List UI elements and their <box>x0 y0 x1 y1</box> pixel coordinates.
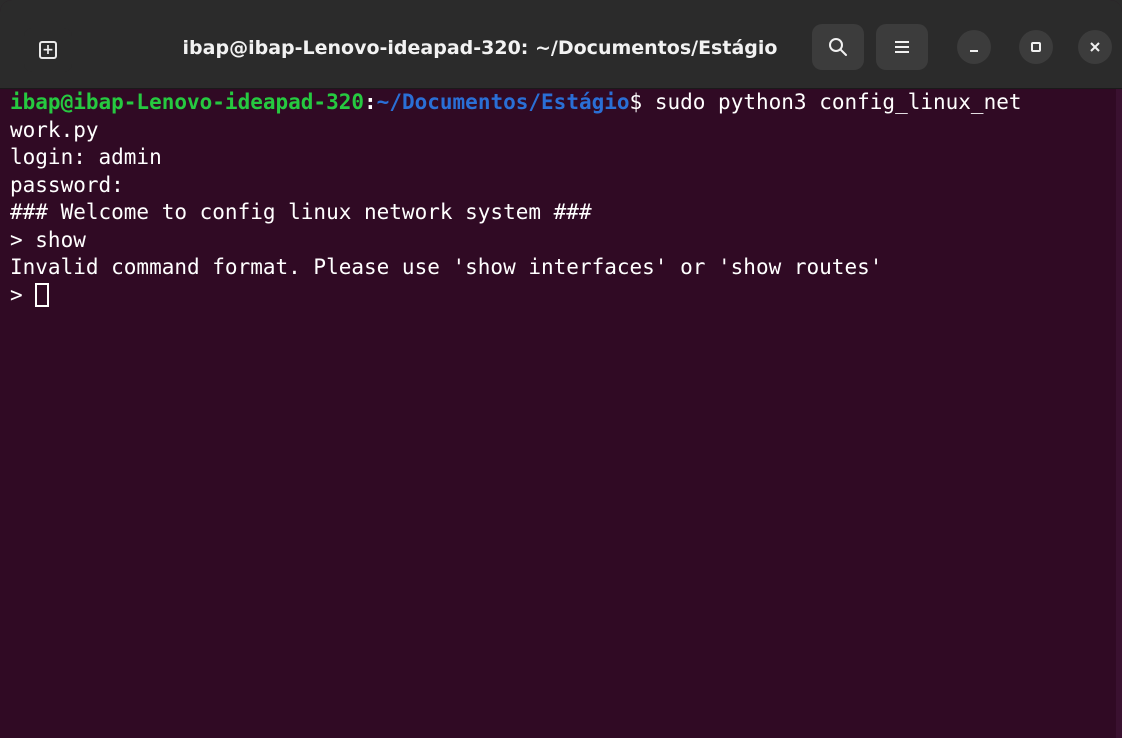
output-line: login: admin <box>10 145 162 169</box>
prompt-dollar: $ <box>629 90 643 114</box>
prompt-user-host: ibap@ibap-Lenovo-ideapad-320 <box>10 90 365 114</box>
maximize-button[interactable] <box>1019 30 1053 64</box>
close-button[interactable] <box>1078 30 1112 64</box>
minimize-button[interactable] <box>957 30 991 64</box>
current-input-line[interactable]: > <box>10 282 1116 310</box>
output-line: work.py <box>10 117 99 142</box>
output-line: password: <box>10 172 124 197</box>
output-line: ### Welcome to config linux network syst… <box>10 200 592 224</box>
text-cursor <box>35 282 50 307</box>
new-tab-button[interactable]: + <box>24 28 72 72</box>
prompt-colon: : <box>364 90 377 114</box>
window-title: ibap@ibap-Lenovo-ideapad-320: ~/Document… <box>182 37 778 59</box>
prompt-line: ibap@ibap-Lenovo-ideapad-320:~/Documento… <box>10 89 1116 117</box>
terminal-output[interactable]: ibap@ibap-Lenovo-ideapad-320:~/Documento… <box>0 89 1116 738</box>
input-prompt: > <box>10 282 36 307</box>
hamburger-menu-icon <box>895 41 909 53</box>
close-icon <box>1090 42 1100 52</box>
new-tab-icon: + <box>39 41 57 59</box>
terminal-scrollbar-edge[interactable] <box>1116 89 1122 738</box>
output-line: > show <box>10 227 86 252</box>
maximize-icon <box>1031 42 1041 52</box>
search-button[interactable] <box>812 24 864 70</box>
new-tab-glyph: + <box>42 42 54 58</box>
menu-button[interactable] <box>876 24 928 70</box>
output-line: Invalid command format. Please use 'show… <box>10 255 883 279</box>
prompt-command: sudo python3 config_linux_net <box>642 90 1022 114</box>
minimize-icon <box>970 50 978 52</box>
terminal-window: + ibap@ibap-Lenovo-ideapad-320: ~/Docume… <box>0 0 1122 738</box>
title-bar[interactable]: + ibap@ibap-Lenovo-ideapad-320: ~/Docume… <box>0 0 1122 89</box>
prompt-path: ~/Documentos/Estágio <box>376 90 630 114</box>
search-icon <box>829 38 847 56</box>
